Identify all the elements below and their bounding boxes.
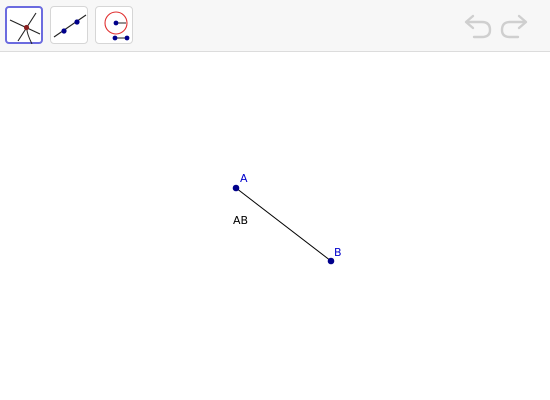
intersect-icon [9,12,41,44]
canvas-svg: A B AB [232,172,342,265]
compass-icon [104,11,130,41]
geometry-app: A B AB [0,0,550,400]
point-a[interactable] [232,184,240,192]
intersect-tool-button[interactable] [5,6,43,44]
segment-ab[interactable] [235,187,332,262]
segment-tool-button[interactable] [50,6,88,44]
segment-ab-label: AB [233,214,248,227]
drawing-canvas[interactable]: A B AB [0,52,550,400]
point-b-label: B [334,246,342,259]
undo-button[interactable] [462,12,494,40]
point-a-label: A [240,172,248,185]
segment-icon [53,14,87,38]
redo-icon [500,14,528,39]
toolbar [0,0,550,52]
redo-button[interactable] [498,12,530,40]
compass-tool-button[interactable] [95,6,133,44]
undo-icon [464,14,492,39]
